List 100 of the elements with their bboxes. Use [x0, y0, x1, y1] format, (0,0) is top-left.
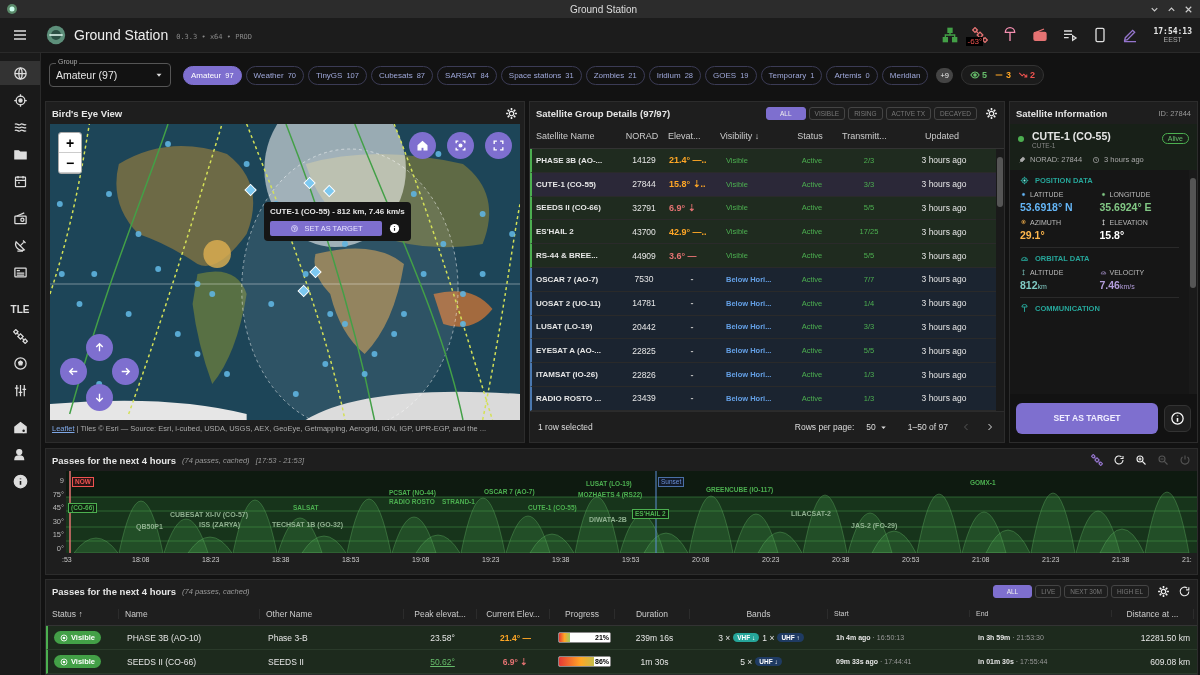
- column-header[interactable]: Elevat...: [664, 131, 716, 141]
- column-header[interactable]: Name: [119, 608, 260, 619]
- settings-icon[interactable]: [1157, 584, 1170, 598]
- table-cell-text: 3 hours ago: [920, 179, 968, 190]
- rows-per-page-label: Rows per page:: [794, 422, 855, 432]
- column-header[interactable]: Updated: [896, 131, 988, 141]
- satellite-marker[interactable]: [309, 265, 322, 279]
- band-count: 3 ×: [718, 632, 731, 643]
- gauge-icon: [1020, 254, 1029, 263]
- elevation-text: -: [689, 369, 695, 380]
- up-down-icon: [1099, 219, 1107, 226]
- column-header[interactable]: Distance at ...: [1112, 608, 1194, 619]
- settings-icon[interactable]: [505, 106, 518, 120]
- column-header[interactable]: Current Elev...: [477, 608, 550, 619]
- table-cell-text: UOSAT 2 (UO-11): [535, 298, 602, 308]
- pin-icon: [1020, 219, 1027, 226]
- current-elevation: 21.4° —: [499, 632, 532, 643]
- table-cell-text: PHASE 3B (AO-10): [126, 632, 203, 643]
- page-range: 1–50 of 97: [907, 422, 948, 432]
- column-header[interactable]: Progress: [550, 608, 615, 619]
- panel-title: Passes for the next 4 hours: [52, 454, 177, 466]
- column-header[interactable]: Other Name: [260, 608, 404, 619]
- info-button[interactable]: [1164, 404, 1191, 432]
- elevation-text: -: [689, 298, 695, 309]
- column-header[interactable]: Status: [782, 131, 838, 141]
- table-cell-text: 609.08 km: [1149, 656, 1191, 667]
- table-cell-text: 43700: [631, 226, 657, 237]
- column-header[interactable]: Satellite Name: [530, 131, 620, 141]
- table-cell-text: 22825: [631, 345, 657, 356]
- table-cell-text: RS-44 & BREE...: [535, 251, 599, 261]
- radio-icon: [12, 210, 28, 226]
- table-cell-text: 3 hours ago: [920, 393, 968, 404]
- gauge-icon: [1099, 269, 1107, 276]
- satellite-marker[interactable]: [323, 184, 336, 198]
- satellite-marker[interactable]: [244, 183, 257, 197]
- refresh-icon[interactable]: [1113, 454, 1125, 466]
- counter-value: 2: [1030, 70, 1036, 80]
- table-cell-text: 23439: [631, 393, 657, 404]
- table-cell-text: 3 hours ago: [920, 298, 968, 309]
- arrow-down-icon: [93, 391, 106, 404]
- refresh-icon[interactable]: [1178, 584, 1191, 598]
- elevation-text: -: [689, 393, 695, 404]
- focus-icon: [454, 139, 467, 152]
- scrollbar[interactable]: [996, 149, 1004, 411]
- panel-title: Satellite Group Details (97/97): [536, 107, 671, 119]
- set-target-button[interactable]: SET AS TARGET: [1016, 402, 1158, 434]
- satellite-marker[interactable]: [297, 284, 310, 298]
- table-cell-text: CUTE-1 (CO-55): [535, 179, 597, 189]
- tooltip-text: CUTE-1 (CO-55) - 812 km, 7.46 km/s: [270, 207, 405, 216]
- table-cell-text: 32791: [631, 203, 657, 213]
- peak-elevation: 50.62°: [429, 656, 456, 667]
- counter-value: 5: [982, 70, 988, 80]
- settings-icon[interactable]: [985, 106, 998, 120]
- radio-icon[interactable]: [1032, 27, 1049, 43]
- trend-down-icon: [1018, 70, 1029, 80]
- clock-icon: [1092, 155, 1101, 164]
- band-count: 5 ×: [740, 656, 753, 667]
- table-cell-text: EYESAT A (AO-...: [535, 346, 603, 356]
- info-icon[interactable]: [389, 223, 400, 234]
- column-header[interactable]: Transmitt...: [838, 131, 896, 141]
- menu-icon[interactable]: [12, 27, 28, 43]
- column-header[interactable]: Status ↑: [46, 608, 119, 619]
- column-header[interactable]: Visibility ↓: [716, 131, 782, 141]
- table-cell-text: SEEDS II (CO-66): [535, 203, 602, 213]
- band-count: 1 ×: [762, 632, 775, 643]
- window-title: Ground Station: [569, 3, 638, 15]
- house-gear-icon: [12, 419, 28, 435]
- network-icon[interactable]: [942, 27, 959, 43]
- scrollbar[interactable]: [1189, 170, 1197, 394]
- column-header[interactable]: NORAD: [620, 131, 664, 141]
- field-value: 15.8°: [1099, 229, 1126, 241]
- table-cell-text: 14781: [631, 298, 657, 309]
- newspaper-icon: [12, 264, 28, 280]
- app-title: Ground Station: [74, 27, 169, 43]
- elevation-text: 6.9° ⇣: [668, 203, 697, 213]
- tle-nav-button[interactable]: TLE: [0, 297, 40, 321]
- zoom-out-button[interactable]: −: [59, 153, 81, 173]
- info-icon: [1170, 410, 1185, 426]
- fullscreen-icon: [492, 139, 505, 152]
- table-cell-text: 7530: [633, 274, 655, 285]
- rows-per-page-select[interactable]: 50: [866, 422, 888, 432]
- pencil-icon[interactable]: [1122, 27, 1139, 43]
- table-cell-text: 3 hours ago: [920, 369, 968, 380]
- peak-elevation: 23.58°: [429, 632, 456, 643]
- column-header[interactable]: Bands: [690, 608, 828, 619]
- elevation-text: -: [689, 321, 695, 332]
- playlist-icon[interactable]: [1062, 27, 1079, 43]
- column-header[interactable]: Peak elevat...: [404, 608, 477, 619]
- counter-value: 3: [1006, 70, 1012, 80]
- elevation-text: -: [689, 345, 695, 356]
- table-cell-text: 44909: [631, 250, 657, 261]
- table-cell-text: 239m 16s: [634, 632, 675, 643]
- zoom-in-icon[interactable]: [1135, 454, 1147, 466]
- satellite-marker[interactable]: [303, 176, 316, 190]
- table-cell-text: 1m 30s: [639, 656, 670, 667]
- satellite-icon[interactable]: [1091, 454, 1103, 466]
- zoom-in-button[interactable]: +: [59, 133, 81, 153]
- table-cell-text: 3 hours ago: [920, 345, 968, 356]
- nav-button[interactable]: [0, 61, 40, 85]
- column-header[interactable]: Duration: [615, 608, 690, 619]
